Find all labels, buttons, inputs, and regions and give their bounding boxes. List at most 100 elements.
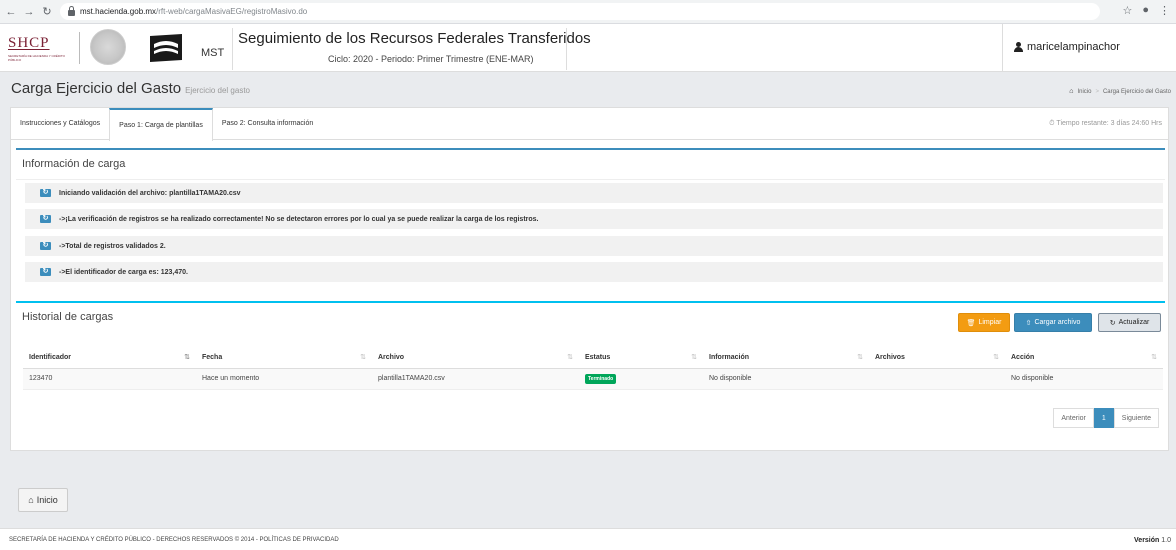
refresh-button[interactable]: ↻ Actualizar <box>1098 313 1161 332</box>
lock-icon <box>68 5 75 16</box>
column-header-label: Acción <box>1011 353 1035 361</box>
user-menu[interactable]: maricelampinachor <box>1014 41 1120 53</box>
star-icon[interactable]: ☆ <box>1122 4 1132 17</box>
column-header-identificador[interactable]: Identificador ⇅ <box>23 347 196 369</box>
system-subtitle: Ciclo: 2020 - Periodo: Primer Trimestre … <box>328 54 534 64</box>
column-header-archivos[interactable]: Archivos ⇅ <box>869 347 1005 369</box>
browser-toolbar: ← → ↻ mst.hacienda.gob.mx/rft-web/cargaM… <box>0 0 1176 24</box>
tab-paso-2[interactable]: Paso 2: Consulta información <box>213 108 322 139</box>
sort-icon: ⇅ <box>993 354 999 361</box>
pagination-prev[interactable]: Anterior <box>1053 408 1094 428</box>
cell-fecha: Hace un momento <box>196 368 372 390</box>
footer: SECRETARÍA DE HACIENDA Y CRÉDITO PÚBLICO… <box>0 528 1176 550</box>
url-host: mst.hacienda.gob.mx <box>80 7 157 16</box>
column-header-archivo[interactable]: Archivo ⇅ <box>372 347 579 369</box>
page-subtitle: Ejercicio del gasto <box>185 86 250 95</box>
footer-copyright: SECRETARÍA DE HACIENDA Y CRÉDITO PÚBLICO… <box>9 537 339 543</box>
info-message: ↻ ->¡La verificación de registros se ha … <box>25 209 1163 229</box>
info-message-text: Iniciando validación del archivo: planti… <box>59 189 241 197</box>
shcp-logo: SHCP SECRETARÍA DE HACIENDA Y CRÉDITO PÚ… <box>8 35 70 62</box>
home-icon: ⌂ <box>1069 88 1074 95</box>
cell-estatus: Terminado <box>579 368 703 390</box>
sort-icon: ⇅ <box>1151 354 1157 361</box>
info-message: ↻ ->Total de registros validados 2. <box>25 236 1163 256</box>
column-header-fecha[interactable]: Fecha ⇅ <box>196 347 372 369</box>
history-box: Historial de cargas 🗑 Limpiar ⇧ Cargar a… <box>16 301 1165 436</box>
refresh-icon: ↻ <box>40 268 51 276</box>
sort-icon: ⇅ <box>184 354 190 361</box>
table-header-row: Identificador ⇅ Fecha ⇅ Archivo ⇅ Estatus ⇅ … <box>23 347 1163 369</box>
info-box: Información de carga ↻ Iniciando validac… <box>16 148 1165 290</box>
page-heading: Carga Ejercicio del Gasto Ejercicio del g… <box>0 73 1176 105</box>
header-divider <box>232 28 233 70</box>
version-number: 1.0 <box>1161 537 1171 544</box>
cell-accion: No disponible <box>1005 368 1163 390</box>
column-header-label: Identificador <box>29 353 72 361</box>
column-header-label: Fecha <box>202 353 223 361</box>
user-icon <box>1014 42 1023 52</box>
refresh-icon: ↻ <box>40 189 51 197</box>
page-title: Carga Ejercicio del Gasto Ejercicio del g… <box>11 80 250 97</box>
national-seal-icon <box>90 29 126 65</box>
refresh-icon: ↻ <box>1109 319 1116 327</box>
cell-identificador: 123470 <box>23 368 196 390</box>
sort-icon: ⇅ <box>360 354 366 361</box>
table-row: 123470 Hace un momento plantilla1TAMA20.… <box>23 368 1163 390</box>
column-header-estatus[interactable]: Estatus ⇅ <box>579 347 703 369</box>
header-divider <box>566 28 567 70</box>
column-header-label: Archivo <box>378 353 405 361</box>
pagination: Anterior 1 Siguiente <box>1053 408 1159 428</box>
breadcrumb-separator: > <box>1095 88 1099 95</box>
address-bar[interactable]: mst.hacienda.gob.mx/rft-web/cargaMasivaE… <box>60 3 1100 20</box>
column-header-label: Información <box>709 353 750 361</box>
column-header-accion[interactable]: Acción ⇅ <box>1005 347 1163 369</box>
time-remaining: ⏱ Tiempo restante: 3 días 24:60 Hrs <box>1049 120 1162 128</box>
upload-icon: ⇧ <box>1025 319 1032 327</box>
header-divider <box>79 32 80 64</box>
upload-button-label: Cargar archivo <box>1034 319 1081 326</box>
clock-icon: ⏱ <box>1049 120 1055 127</box>
refresh-button-label: Actualizar <box>1118 319 1150 326</box>
forward-arrow-icon[interactable]: → <box>22 6 36 18</box>
footer-version: Versión 1.0 <box>1134 537 1171 544</box>
menu-dots-icon[interactable]: ⋮ <box>1159 4 1170 17</box>
main-panel: Instrucciones y Catálogos Paso 1: Carga … <box>10 107 1169 451</box>
back-arrow-icon[interactable]: ← <box>4 6 18 18</box>
system-title: Seguimiento de los Recursos Federales Tr… <box>238 30 591 47</box>
account-icon[interactable]: ● <box>1142 4 1149 17</box>
column-header-label: Estatus <box>585 353 611 361</box>
refresh-icon: ↻ <box>40 215 51 223</box>
refresh-icon: ↻ <box>40 242 51 250</box>
info-message: ↻ ->El identificador de carga es: 123,47… <box>25 262 1163 282</box>
reload-icon[interactable]: ↻ <box>40 5 54 18</box>
url-path: /rft-web/cargaMasivaEG/registroMasivo.do <box>156 7 308 16</box>
mst-logo-icon <box>150 34 182 62</box>
info-message-text: ->¡La verificación de registros se ha re… <box>59 215 539 223</box>
sort-icon: ⇅ <box>857 354 863 361</box>
tab-instrucciones[interactable]: Instrucciones y Catálogos <box>11 108 109 139</box>
trash-icon: 🗑 <box>966 319 976 327</box>
shcp-logo-text: SHCP <box>8 35 50 51</box>
history-box-title: Historial de cargas <box>22 311 114 323</box>
breadcrumb-current: Carga Ejercicio del Gasto <box>1102 88 1171 95</box>
breadcrumb-home-link[interactable]: Inicio <box>1077 89 1091 95</box>
clear-button-label: Limpiar <box>978 319 1002 326</box>
time-remaining-text: Tiempo restante: 3 días 24:60 Hrs <box>1056 120 1162 127</box>
upload-file-button[interactable]: ⇧ Cargar archivo <box>1014 313 1092 332</box>
column-header-label: Archivos <box>875 353 905 361</box>
pagination-page-1[interactable]: 1 <box>1093 408 1114 428</box>
app-header: SHCP SECRETARÍA DE HACIENDA Y CRÉDITO PÚ… <box>0 24 1176 72</box>
version-label: Versión <box>1134 537 1160 544</box>
inicio-button[interactable]: ⌂ Inicio <box>18 488 68 512</box>
history-table: Identificador ⇅ Fecha ⇅ Archivo ⇅ Estatus ⇅ … <box>23 347 1163 390</box>
info-message-text: ->Total de registros validados 2. <box>59 242 166 250</box>
cell-informacion: No disponible <box>703 368 869 390</box>
shcp-logo-subtitle: SECRETARÍA DE HACIENDA Y CRÉDITO PÚBLICO <box>8 54 65 62</box>
info-box-title: Información de carga <box>22 158 126 170</box>
header-divider <box>1002 24 1003 72</box>
column-header-informacion[interactable]: Información ⇅ <box>703 347 869 369</box>
tab-paso-1[interactable]: Paso 1: Carga de plantillas <box>109 108 213 141</box>
clear-button[interactable]: 🗑 Limpiar <box>958 313 1010 332</box>
home-icon: ⌂ <box>28 495 34 505</box>
pagination-next[interactable]: Siguiente <box>1113 408 1159 428</box>
